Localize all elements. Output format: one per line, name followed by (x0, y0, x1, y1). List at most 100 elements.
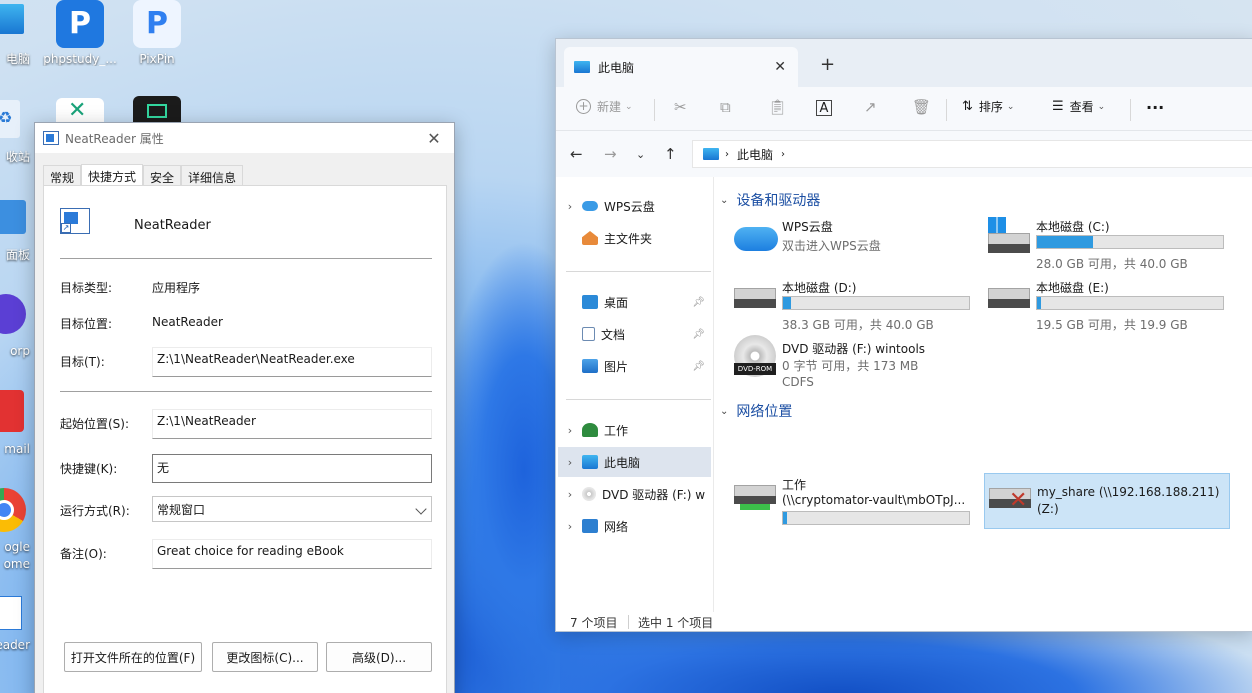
pin-icon[interactable]: 📌︎ (692, 297, 705, 308)
comment-field[interactable]: Great choice for reading eBook (152, 539, 432, 569)
section-title: 网络位置 (736, 404, 793, 420)
item-count: 7 个项目 (570, 616, 618, 630)
tab-shortcut[interactable]: 快捷方式 (81, 164, 144, 186)
drive-e[interactable]: 本地磁盘 (E:) 19.5 GB 可用，共 19.9 GB (984, 274, 1230, 332)
x-logo-icon: ✕ (68, 98, 87, 123)
start-in-label: 起始位置(S): (60, 417, 130, 431)
desktop-icon-pixpin[interactable]: P PixPin (117, 0, 197, 66)
chevron-right-icon: › (567, 519, 573, 533)
rename-icon[interactable]: A (816, 100, 832, 116)
desktop-icon-mail[interactable] (0, 390, 24, 432)
change-icon-button[interactable]: 更改图标(C)... (212, 642, 318, 672)
app-icon-green-x[interactable]: ✕ (56, 98, 104, 124)
section-network-locations[interactable]: ⌄ 网络位置 (720, 401, 792, 421)
drive-wps-cloud[interactable]: WPS云盘 双击进入WPS云盘 (730, 213, 976, 269)
nav-item-network[interactable]: › 网络 (558, 511, 711, 541)
section-devices-drives[interactable]: ⌄ 设备和驱动器 (720, 190, 820, 210)
sort-button[interactable]: ⇅ 排序 ⌄ (962, 98, 1014, 115)
new-button[interactable]: + 新建 ⌄ (576, 98, 633, 115)
chevron-right-icon: › (781, 148, 786, 160)
tab-general[interactable]: 常规 (43, 165, 82, 186)
comment-label: 备注(O): (60, 547, 107, 561)
start-in-field[interactable]: Z:\1\NeatReader (152, 409, 432, 439)
cut-icon[interactable]: ✂ (674, 98, 687, 116)
run-select[interactable]: 常规窗口 (152, 496, 432, 522)
network-drive-work[interactable]: 工作 (\\cryptomator-vault\mbOTpJ... (730, 473, 976, 529)
dvd-rom-badge: DVD-ROM (734, 363, 776, 375)
recycle-icon: ♻ (0, 108, 13, 127)
toolbar-divider (946, 99, 947, 121)
tab-details[interactable]: 详细信息 (181, 165, 244, 186)
open-file-location-button[interactable]: 打开文件所在的位置(F) (64, 642, 202, 672)
nav-label: 网络 (604, 519, 629, 534)
nav-item-this-pc[interactable]: › 此电脑 (558, 447, 711, 477)
drive-usage-fill (1037, 297, 1041, 309)
nav-label: 桌面 (604, 295, 629, 310)
nav-item-wps-cloud[interactable]: › WPS云盘 (558, 191, 711, 221)
chevron-right-icon: › (567, 487, 573, 501)
drive-dvd[interactable]: DVD-ROM DVD 驱动器 (F:) wintools 0 字节 可用，共 … (730, 335, 976, 399)
nav-item-desktop[interactable]: 桌面 📌︎ (558, 287, 711, 317)
desktop-icon-neatreader[interactable] (0, 596, 22, 630)
drive-d[interactable]: 本地磁盘 (D:) 38.3 GB 可用，共 40.0 GB (730, 274, 976, 332)
dialog-tabs: 常规 快捷方式 安全 详细信息 (43, 164, 244, 186)
target-type-label: 目标类型: (60, 281, 113, 295)
drive-usage-bar (1036, 235, 1224, 249)
address-box[interactable]: › 此电脑 › (692, 140, 1252, 168)
drive-c[interactable]: 本地磁盘 (C:) 28.0 GB 可用，共 40.0 GB (984, 213, 1230, 271)
nav-item-dvd[interactable]: › DVD 驱动器 (F:) w (558, 479, 711, 509)
copy-icon[interactable]: ⧉ (720, 98, 731, 116)
chevron-down-icon: ⌄ (625, 101, 633, 112)
paste-icon[interactable]: 📋︎ (768, 98, 787, 116)
tab-security[interactable]: 安全 (143, 165, 182, 186)
desktop-label-chrome1: ogle (4, 540, 30, 554)
shortcut-key-field[interactable]: 无 (152, 454, 432, 483)
desktop-icon-pc[interactable] (0, 4, 24, 34)
back-arrow-icon[interactable]: ← (570, 145, 583, 163)
pin-icon[interactable]: 📌︎ (692, 329, 705, 340)
app-icon-dark[interactable] (133, 96, 181, 122)
close-tab-icon[interactable]: ✕ (774, 59, 786, 75)
tab-this-pc[interactable]: 此电脑 ✕ (564, 47, 798, 87)
more-options-icon[interactable]: ... (1146, 94, 1164, 113)
divider (60, 391, 432, 392)
new-label: 新建 (597, 100, 622, 114)
chrome-icon[interactable] (0, 488, 26, 532)
close-icon[interactable]: ✕ (414, 123, 454, 153)
desktop-icon-recycle[interactable]: ♻ (0, 100, 20, 138)
drive-free-space: 28.0 GB 可用，共 40.0 GB (1036, 257, 1188, 271)
nav-item-pictures[interactable]: 图片 📌︎ (558, 351, 711, 381)
nav-item-home[interactable]: 主文件夹 (558, 223, 711, 253)
desktop-icon-panel[interactable] (0, 200, 26, 234)
target-location-value: NeatReader (152, 315, 223, 329)
network-drive-my-share[interactable]: ✕ my_share (\\192.168.188.211) (Z:) (984, 473, 1230, 529)
forward-arrow-icon[interactable]: → (604, 145, 617, 163)
new-tab-icon[interactable]: + (820, 54, 835, 75)
nav-label: 工作 (604, 423, 629, 438)
up-arrow-icon[interactable]: ↑ (664, 145, 677, 163)
advanced-button[interactable]: 高级(D)... (326, 642, 432, 672)
desktop-icon-purple[interactable] (0, 294, 26, 334)
chevron-right-icon: › (567, 199, 573, 213)
drive-name: 本地磁盘 (D:) (782, 281, 857, 295)
delete-icon[interactable]: 🗑︎ (912, 98, 931, 116)
drive-free-space: 0 字节 可用，共 173 MB (782, 359, 919, 373)
document-icon (582, 327, 595, 341)
chevron-down-icon (415, 503, 427, 515)
desktop-icon-phpstudy[interactable]: P phpstudy_... (40, 0, 120, 66)
target-field[interactable]: Z:\1\NeatReader\NeatReader.exe (152, 347, 432, 377)
pin-icon[interactable]: 📌︎ (692, 361, 705, 372)
recent-chevron-icon[interactable]: ⌄ (636, 148, 645, 161)
status-divider (628, 615, 629, 629)
picture-icon (582, 359, 598, 373)
share-icon[interactable]: ↗ (864, 98, 877, 116)
drive-subtitle: 双击进入WPS云盘 (782, 239, 881, 253)
view-button[interactable]: ☰ 查看 ⌄ (1052, 98, 1105, 115)
nav-item-documents[interactable]: 文档 📌︎ (558, 319, 711, 349)
nav-label: DVD 驱动器 (F:) w (602, 487, 706, 502)
desktop-label-chrome2: ome (3, 557, 30, 571)
drive-usage-bar (782, 511, 970, 525)
shortcut-panel: ↗ NeatReader 目标类型: 应用程序 目标位置: NeatReader… (43, 185, 447, 693)
nav-item-work[interactable]: › 工作 (558, 415, 711, 445)
breadcrumb-this-pc[interactable]: 此电脑 (737, 146, 773, 163)
